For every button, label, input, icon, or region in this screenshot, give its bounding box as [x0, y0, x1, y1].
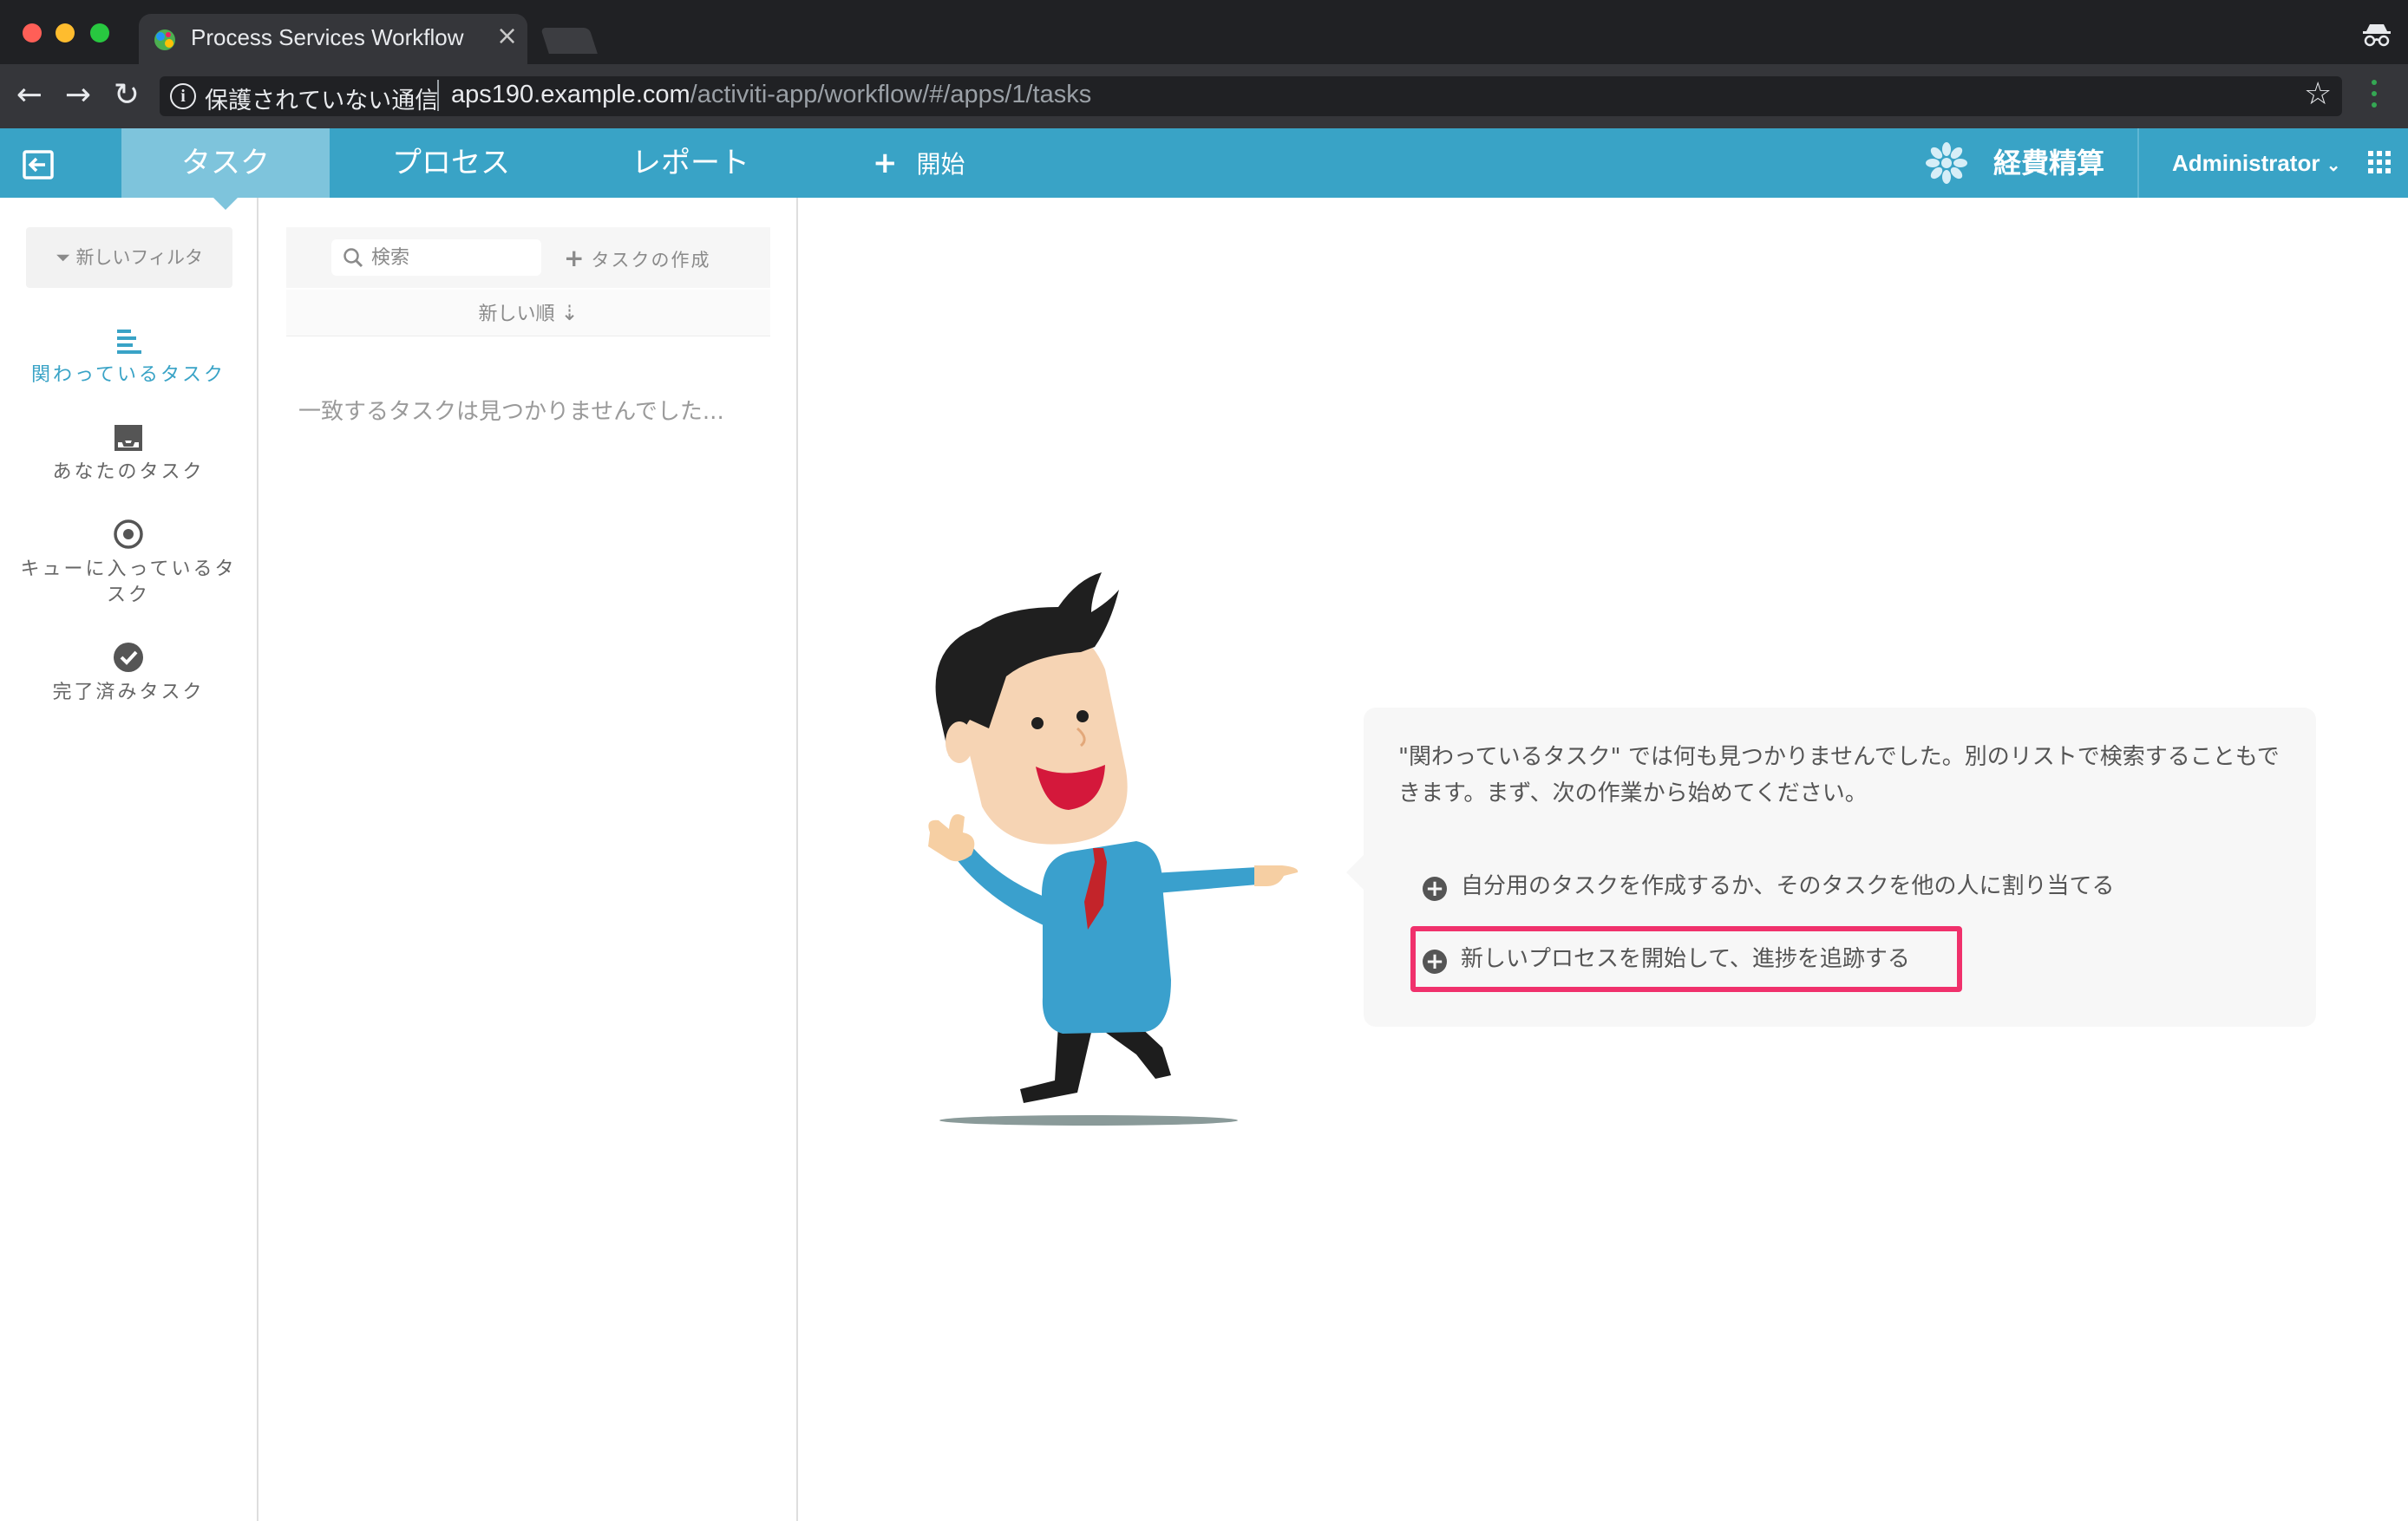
create-task-link[interactable]: + 自分用のタスクを作成するか、そのタスクを他の人に割り当てる [1423, 867, 2114, 905]
new-tab-button[interactable] [540, 28, 598, 54]
plus-icon: + [873, 146, 898, 180]
target-icon [114, 519, 143, 549]
bookmark-star-icon[interactable]: ☆ [2304, 76, 2332, 112]
new-filter-label: 新しいフィルタ [75, 247, 204, 268]
forward-arrow-icon[interactable]: → [61, 78, 95, 113]
chevron-down-icon: ⌄ [2326, 156, 2341, 175]
create-task-button[interactable]: + タスクの作成 [564, 241, 710, 276]
create-task-label: タスクの作成 [591, 250, 711, 271]
window-minimize-button[interactable] [56, 23, 75, 42]
back-arrow-icon[interactable]: ← [12, 78, 47, 113]
user-menu[interactable]: Administrator ⌄ [2172, 128, 2340, 198]
sort-icon: ⇣ [560, 301, 579, 325]
filter-my-tasks[interactable]: あなたのタスク [17, 423, 239, 486]
filter-sidebar [0, 198, 258, 1521]
tab-reports[interactable]: レポート [586, 128, 795, 198]
filter-label: 完了済みタスク [52, 682, 205, 703]
tab-title: Process Services Workflow [191, 24, 464, 50]
funnel-icon: ⏷ [55, 247, 76, 268]
inbox-icon [115, 425, 142, 451]
browser-menu-icon[interactable] [2372, 80, 2379, 111]
sort-label: 新しい順 [478, 304, 555, 325]
url-text[interactable]: aps190.example.com/activiti-app/workflow… [451, 81, 1091, 109]
filter-involved-tasks[interactable]: 関わっているタスク [17, 326, 239, 388]
plus-circle-icon: + [1423, 877, 1447, 901]
search-icon [344, 248, 363, 268]
app-name: 経費精算 [1993, 147, 2105, 180]
filter-completed-tasks[interactable]: 完了済みタスク [17, 642, 239, 706]
not-secure-label: 保護されていない通信 [205, 88, 439, 114]
url-separator [437, 80, 439, 111]
search-input[interactable] [371, 241, 536, 274]
user-name: Administrator [2172, 150, 2320, 176]
check-circle-icon [114, 643, 143, 672]
filter-label: キューに入っているタスク [20, 558, 237, 606]
tab-tasks[interactable]: タスク [121, 128, 330, 210]
incognito-icon [2363, 24, 2391, 47]
filter-queued-tasks[interactable]: キューに入っているタスク [17, 519, 239, 609]
app-logo-icon [1926, 142, 1967, 184]
new-filter-button[interactable]: ⏷ 新しいフィルタ [26, 227, 232, 288]
pointing-man-illustration [928, 572, 1299, 1126]
start-label: 開始 [916, 150, 965, 179]
filter-label: あなたのタスク [52, 461, 205, 483]
url-path: /activiti-app/workflow/#/apps/1/tasks [690, 81, 1092, 108]
action-label: 自分用のタスクを作成するか、そのタスクを他の人に割り当てる [1461, 873, 2115, 899]
start-button[interactable]: + 開始 [873, 128, 965, 198]
back-to-landing-icon[interactable] [21, 147, 56, 182]
tab-close-icon[interactable]: × [496, 21, 518, 51]
filter-label: 関わっているタスク [31, 364, 226, 386]
empty-task-message: 一致するタスクは見つかりませんでした... [298, 399, 724, 425]
apps-grid-icon[interactable] [2368, 151, 2391, 173]
favicon-icon [154, 29, 175, 50]
highlight-box [1410, 926, 1962, 992]
window-zoom-button[interactable] [90, 23, 109, 42]
window-close-button[interactable] [23, 23, 42, 42]
info-icon[interactable]: i [170, 83, 196, 109]
reload-icon[interactable]: ↻ [109, 78, 144, 113]
sort-toggle[interactable]: 新しい順 ⇣ [286, 290, 770, 336]
tab-processes[interactable]: プロセス [347, 128, 555, 198]
list-icon [117, 330, 141, 354]
header-divider [2137, 128, 2139, 198]
plus-icon: + [564, 244, 586, 272]
help-message: "関わっているタスク" では何も見つかりませんでした。別のリストで検索することも… [1398, 744, 2280, 806]
url-host: aps190.example.com [451, 81, 690, 108]
